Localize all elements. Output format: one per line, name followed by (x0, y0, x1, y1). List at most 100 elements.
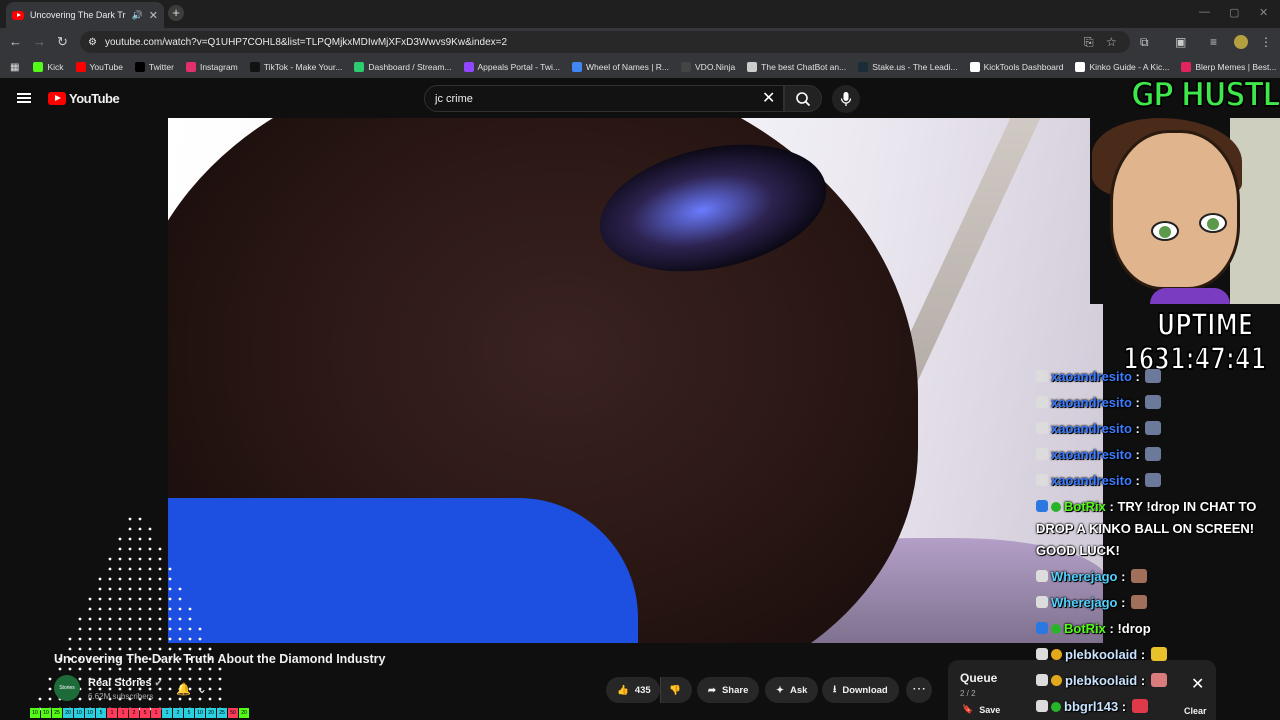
microphone-icon (840, 92, 852, 106)
search-button[interactable] (784, 85, 822, 112)
apps-icon[interactable]: ▦ (8, 62, 27, 73)
subscription-bell-button[interactable]: 🔔 ⌄ (176, 678, 220, 700)
ask-button[interactable]: ✦ Ask (765, 677, 819, 703)
pattern-dot (168, 687, 172, 691)
pattern-dot (78, 667, 82, 671)
pattern-dot (168, 627, 172, 631)
chevron-down-icon: ⌄ (196, 682, 208, 696)
channel-avatar[interactable]: Stories (54, 675, 80, 701)
pattern-dot (128, 607, 132, 611)
clear-search-icon[interactable]: ✕ (762, 88, 775, 108)
pattern-dot (38, 697, 42, 701)
youtube-logo-icon (48, 92, 66, 105)
video-player[interactable] (168, 118, 1103, 643)
pattern-dot (178, 617, 182, 621)
pattern-dot (108, 627, 112, 631)
profile-avatar[interactable] (1234, 35, 1248, 49)
pattern-dot (98, 667, 102, 671)
bookmark-star-icon[interactable]: ☆ (1106, 35, 1117, 49)
cast-icon[interactable]: ⎘ (1084, 35, 1094, 50)
bookmark-stake[interactable]: Stake.us - The Leadi... (852, 62, 963, 72)
pattern-dot (88, 637, 92, 641)
address-bar[interactable]: ⚙ youtube.com/watch?v=Q1UHP7COHL8&list=T… (80, 31, 1130, 53)
user-badge-icon (1036, 422, 1048, 434)
bookmark-dashboard[interactable]: Dashboard / Stream... (348, 62, 457, 72)
pattern-dot (158, 557, 162, 561)
share-button[interactable]: ➦ Share (697, 677, 760, 703)
youtube-logo[interactable]: YouTube (48, 91, 120, 106)
close-tab-icon[interactable]: ✕ (149, 9, 158, 22)
pattern-dot (178, 627, 182, 631)
bot-badge-icon (1036, 622, 1048, 634)
more-actions-button[interactable]: ⋯ (906, 677, 932, 703)
chat-message: Wherejago : (1036, 592, 1280, 614)
pattern-dot (148, 617, 152, 621)
channel-name[interactable]: Real Stories ✔ (88, 677, 162, 689)
bookmark-vdo-ninja[interactable]: VDO.Ninja (675, 62, 741, 72)
stat-chip: 10 (41, 708, 51, 718)
browser-tab-strip: Uncovering The Dark Truth 🔊 ✕ + — ▢ ✕ (0, 0, 1280, 28)
media-icon[interactable]: ≡ (1210, 35, 1217, 49)
hamburger-menu-icon[interactable] (17, 93, 31, 103)
stat-chip: 20 (239, 708, 249, 718)
queue-save-button[interactable]: 🔖 Save (962, 704, 1000, 715)
chat-separator: : (1131, 369, 1144, 384)
minimize-icon[interactable]: — (1199, 6, 1210, 18)
stat-chip: 25 (52, 708, 62, 718)
speaker-icon[interactable]: 🔊 (132, 10, 143, 21)
pattern-dot (148, 627, 152, 631)
bookmark-kinko[interactable]: Kinko Guide - A Kic... (1069, 62, 1175, 72)
stat-chip: 50 (228, 708, 238, 718)
forward-icon[interactable]: → (33, 34, 46, 49)
new-tab-button[interactable]: + (168, 5, 184, 21)
pattern-dot (118, 617, 122, 621)
site-info-icon[interactable]: ⚙ (88, 37, 97, 48)
pattern-dot (168, 697, 172, 701)
dislike-button[interactable]: 👎 (660, 677, 692, 703)
bookmark-icon: 🔖 (962, 704, 974, 714)
streamer-cartoon-avatar (1110, 130, 1240, 290)
chat-message: BotRix : !drop (1036, 618, 1280, 640)
sidebar-icon[interactable]: ▣ (1175, 35, 1186, 49)
pattern-dot (128, 557, 132, 561)
bookmark-blerp[interactable]: Blerp Memes | Best... (1175, 62, 1280, 72)
close-window-icon[interactable]: ✕ (1259, 6, 1268, 19)
chat-username: Wherejago (1051, 569, 1118, 584)
chat-separator: : (1137, 647, 1149, 662)
pattern-dot (168, 607, 172, 611)
extensions-icon[interactable]: ⧉ (1140, 35, 1149, 50)
like-button[interactable]: 👍 435 (606, 677, 660, 703)
browser-tab[interactable]: Uncovering The Dark Truth 🔊 ✕ (6, 2, 164, 28)
bookmark-twitter[interactable]: Twitter (129, 62, 180, 72)
voice-search-button[interactable] (832, 85, 860, 113)
pattern-dot (148, 667, 152, 671)
maximize-icon[interactable]: ▢ (1229, 6, 1239, 19)
pattern-dot (98, 637, 102, 641)
kick-icon (33, 62, 44, 72)
youtube-icon (75, 62, 86, 72)
pattern-dot (128, 637, 132, 641)
stat-chip: 20 (206, 708, 216, 718)
reload-icon[interactable]: ↻ (57, 34, 68, 50)
search-input[interactable]: jc crime (424, 85, 784, 112)
verified-badge-icon (1051, 702, 1061, 712)
pattern-dot (168, 597, 172, 601)
bookmark-appeals[interactable]: Appeals Portal - Twi... (458, 62, 567, 72)
pattern-dot (198, 637, 202, 641)
bookmark-instagram[interactable]: Instagram (180, 62, 244, 72)
chat-separator: : (1118, 699, 1130, 714)
chat-separator: : (1131, 395, 1144, 410)
back-icon[interactable]: ← (9, 34, 22, 49)
bookmark-wheel[interactable]: Wheel of Names | R... (566, 62, 675, 72)
menu-icon[interactable]: ⋮ (1260, 35, 1272, 49)
stat-chip: 10 (74, 708, 84, 718)
pattern-dot (168, 677, 172, 681)
bookmark-youtube[interactable]: YouTube (70, 62, 129, 72)
bookmark-kick[interactable]: Kick (27, 62, 69, 72)
kicktools-icon (969, 62, 980, 72)
bookmark-chatbot[interactable]: The best ChatBot an... (741, 62, 852, 72)
download-button[interactable]: ⭳ Download (822, 677, 899, 703)
twitter-icon (134, 62, 145, 72)
bookmark-kicktools[interactable]: KickTools Dashboard (964, 62, 1070, 72)
bookmark-tiktok[interactable]: TikTok - Make Your... (244, 62, 349, 72)
